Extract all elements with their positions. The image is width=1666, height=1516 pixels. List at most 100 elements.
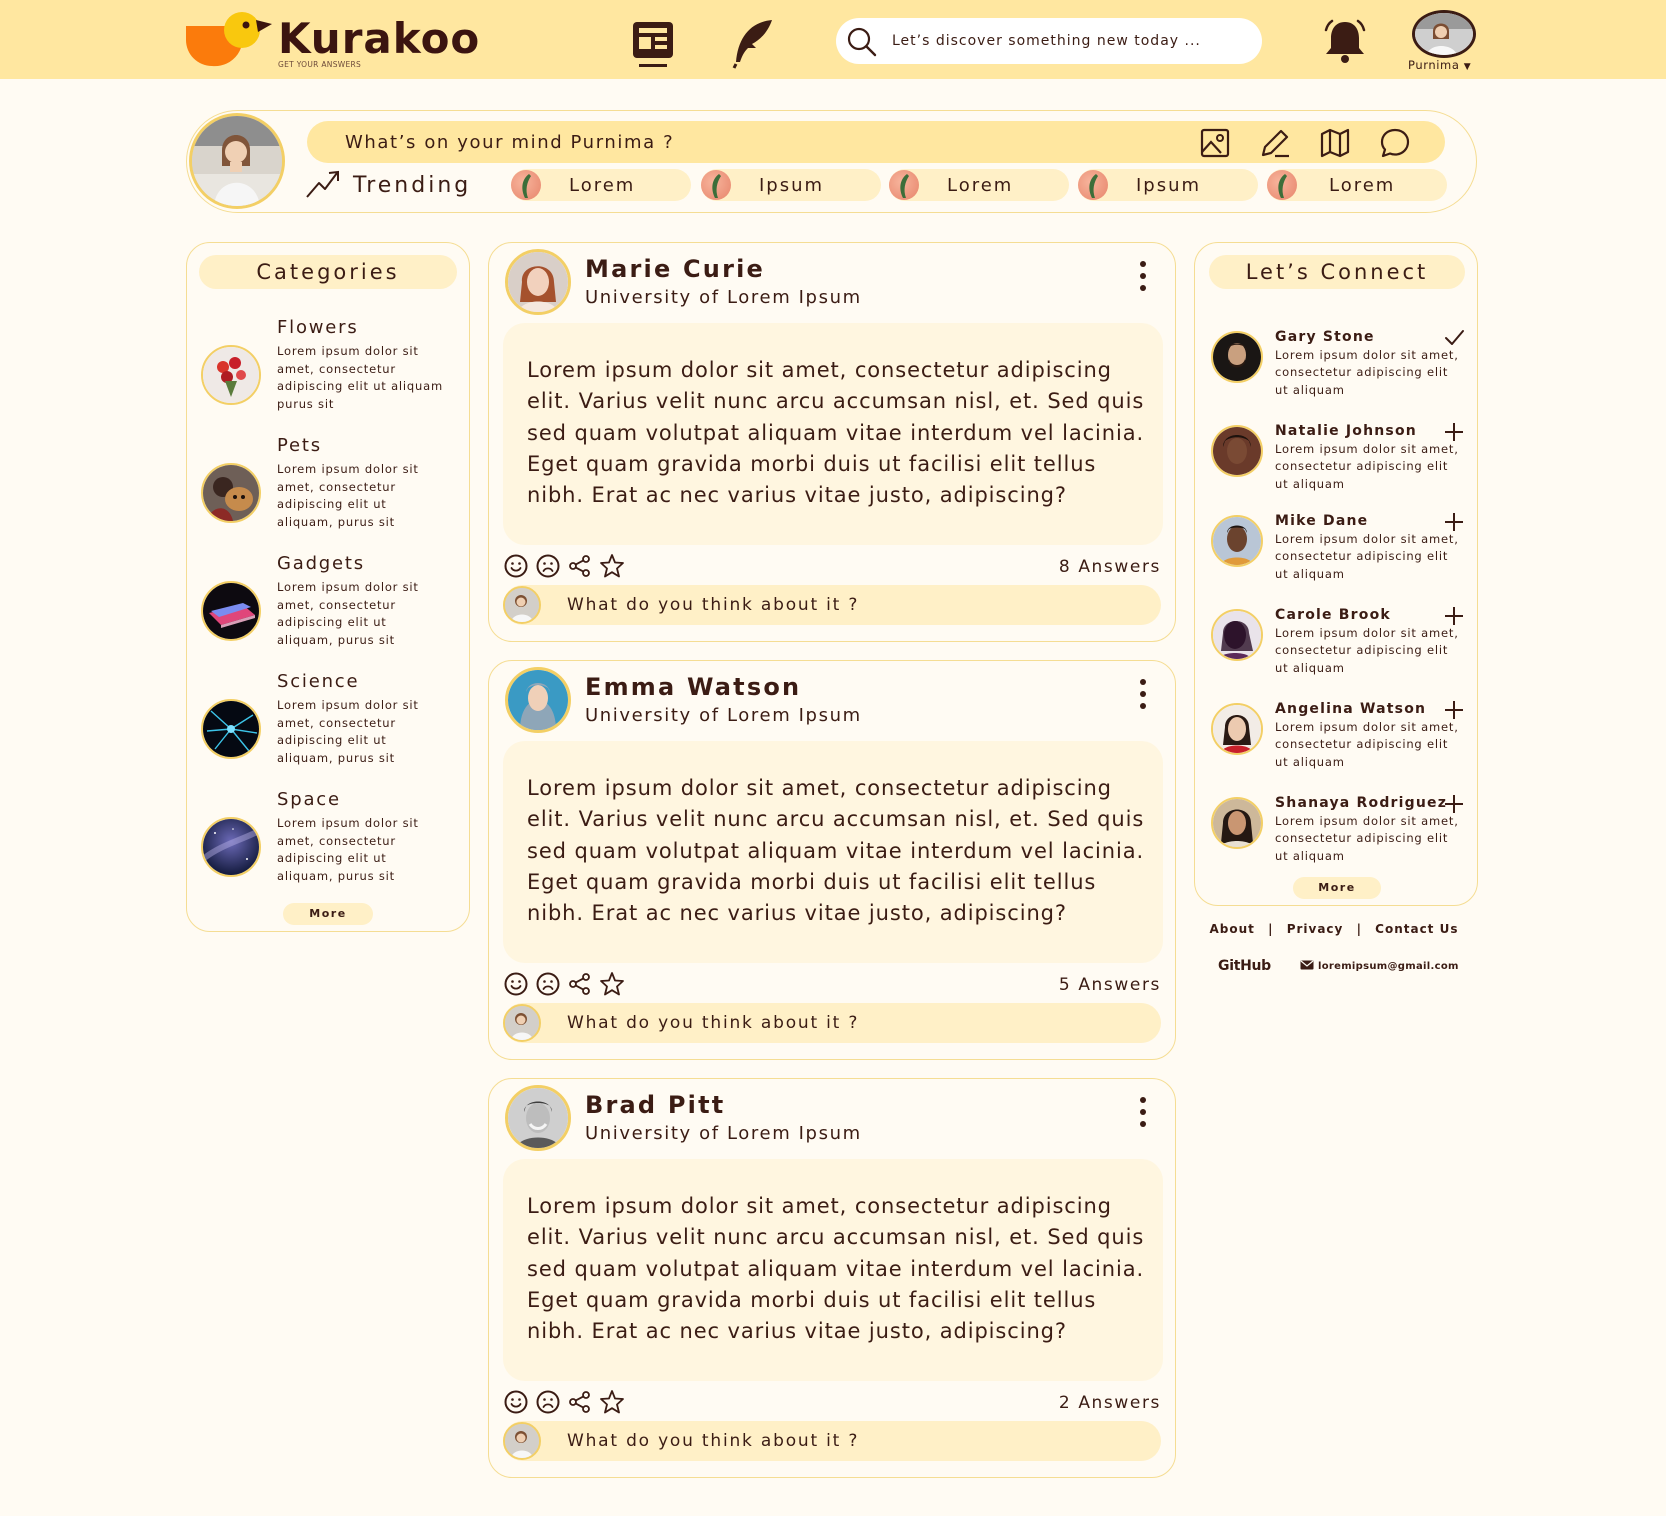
category-item[interactable]: Flowers Lorem ipsum dolor sit amet, cons… bbox=[187, 317, 467, 427]
suggested-person[interactable]: Mike Dane Lorem ipsum dolor sit amet, co… bbox=[1195, 509, 1475, 599]
plus-icon[interactable] bbox=[1443, 793, 1465, 815]
category-item[interactable]: Space Lorem ipsum dolor sit amet, consec… bbox=[187, 789, 467, 899]
person-name[interactable]: Natalie Johnson bbox=[1275, 423, 1417, 439]
suggested-person[interactable]: Natalie Johnson Lorem ipsum dolor sit am… bbox=[1195, 419, 1475, 509]
profile-menu[interactable]: Purnima ▼ bbox=[1404, 10, 1484, 74]
chat-icon[interactable] bbox=[1379, 127, 1411, 159]
search-bar[interactable] bbox=[836, 18, 1262, 64]
map-icon[interactable] bbox=[1319, 127, 1351, 159]
post-card: Brad Pitt University of Lorem Ipsum Lore… bbox=[488, 1078, 1176, 1478]
reply-placeholder[interactable]: What do you think about it ? bbox=[567, 1431, 859, 1451]
smile-icon[interactable] bbox=[503, 971, 529, 997]
pencil-icon[interactable] bbox=[1259, 127, 1291, 159]
avatar[interactable] bbox=[1412, 10, 1476, 58]
search-input[interactable] bbox=[892, 18, 1242, 64]
more-vertical-icon[interactable] bbox=[1137, 259, 1149, 293]
person-desc: Lorem ipsum dolor sit amet, consectetur … bbox=[1275, 814, 1459, 863]
trending-chip[interactable]: Ipsum bbox=[701, 169, 881, 201]
post-author-name[interactable]: Marie Curie bbox=[585, 255, 765, 283]
plus-icon[interactable] bbox=[1443, 511, 1465, 533]
person-avatar bbox=[1211, 331, 1263, 383]
post-author-avatar[interactable] bbox=[505, 1085, 571, 1151]
category-gadgets-image bbox=[201, 581, 261, 641]
composer-avatar[interactable] bbox=[189, 113, 285, 209]
trending-thumbnail bbox=[1078, 170, 1108, 200]
suggested-person[interactable]: Carole Brook Lorem ipsum dolor sit amet,… bbox=[1195, 603, 1475, 693]
person-name[interactable]: Mike Dane bbox=[1275, 513, 1368, 529]
reply-placeholder[interactable]: What do you think about it ? bbox=[567, 595, 859, 615]
post-author-name[interactable]: Emma Watson bbox=[585, 673, 801, 701]
categories-more-button[interactable]: More bbox=[283, 903, 373, 925]
person-name[interactable]: Gary Stone bbox=[1275, 329, 1375, 345]
plus-icon[interactable] bbox=[1443, 421, 1465, 443]
person-avatar bbox=[1211, 425, 1263, 477]
star-icon[interactable] bbox=[599, 1389, 625, 1415]
news-icon[interactable] bbox=[630, 16, 676, 70]
plus-icon[interactable] bbox=[1443, 699, 1465, 721]
share-icon[interactable] bbox=[567, 553, 593, 579]
answers-count[interactable]: 8 Answers bbox=[1059, 557, 1161, 577]
post-author-avatar[interactable] bbox=[505, 249, 571, 315]
post-author-name[interactable]: Brad Pitt bbox=[585, 1091, 725, 1119]
more-vertical-icon[interactable] bbox=[1137, 677, 1149, 711]
composer-input[interactable]: What’s on your mind Purnima ? bbox=[307, 121, 1445, 163]
person-name[interactable]: Carole Brook bbox=[1275, 607, 1391, 623]
reply-placeholder[interactable]: What do you think about it ? bbox=[567, 1013, 859, 1033]
smile-icon[interactable] bbox=[503, 553, 529, 579]
person-name[interactable]: Angelina Watson bbox=[1275, 701, 1426, 717]
reply-input[interactable]: What do you think about it ? bbox=[503, 1421, 1161, 1461]
search-icon[interactable] bbox=[846, 26, 878, 58]
top-bar: Kurakoo GET YOUR ANSWERS Let’s discover … bbox=[0, 0, 1666, 79]
post-text: Lorem ipsum dolor sit amet, consectetur … bbox=[527, 358, 1145, 508]
post-author-avatar[interactable] bbox=[505, 667, 571, 733]
star-icon[interactable] bbox=[599, 553, 625, 579]
suggested-person[interactable]: Gary Stone Lorem ipsum dolor sit amet, c… bbox=[1195, 325, 1475, 415]
footer-privacy-link[interactable]: Privacy bbox=[1287, 922, 1344, 936]
suggested-person[interactable]: Shanaya Rodriguez Lorem ipsum dolor sit … bbox=[1195, 791, 1475, 881]
category-item[interactable]: Gadgets Lorem ipsum dolor sit amet, cons… bbox=[187, 553, 467, 663]
frown-icon[interactable] bbox=[535, 971, 561, 997]
reply-input[interactable]: What do you think about it ? bbox=[503, 1003, 1161, 1043]
category-title: Pets bbox=[277, 435, 322, 456]
bell-icon[interactable] bbox=[1320, 16, 1370, 66]
reply-input[interactable]: What do you think about it ? bbox=[503, 585, 1161, 625]
check-icon[interactable] bbox=[1443, 327, 1465, 349]
trending-chip[interactable]: Lorem bbox=[1267, 169, 1447, 201]
image-icon[interactable] bbox=[1199, 127, 1231, 159]
footer-contact-link[interactable]: Contact Us bbox=[1375, 922, 1458, 936]
post-author-university: University of Lorem Ipsum bbox=[585, 287, 862, 308]
frown-icon[interactable] bbox=[535, 1389, 561, 1415]
quill-icon[interactable] bbox=[730, 16, 776, 70]
composer-prompt[interactable]: What’s on your mind Purnima ? bbox=[345, 132, 674, 153]
connect-more-button[interactable]: More bbox=[1293, 877, 1381, 899]
footer-separator: | bbox=[1356, 922, 1362, 936]
trending-thumbnail bbox=[701, 170, 731, 200]
person-desc: Lorem ipsum dolor sit amet, consectetur … bbox=[1275, 720, 1459, 769]
plus-icon[interactable] bbox=[1443, 605, 1465, 627]
smile-icon[interactable] bbox=[503, 1389, 529, 1415]
footer-about-link[interactable]: About bbox=[1210, 922, 1255, 936]
trending-chip-label: Lorem bbox=[569, 175, 636, 196]
trending-chip[interactable]: Lorem bbox=[889, 169, 1069, 201]
category-item[interactable]: Pets Lorem ipsum dolor sit amet, consect… bbox=[187, 435, 467, 545]
trending-chip[interactable]: Lorem bbox=[511, 169, 691, 201]
post-card: Marie Curie University of Lorem Ipsum Lo… bbox=[488, 242, 1176, 642]
suggested-person[interactable]: Angelina Watson Lorem ipsum dolor sit am… bbox=[1195, 697, 1475, 787]
share-icon[interactable] bbox=[567, 1389, 593, 1415]
trending-chip[interactable]: Ipsum bbox=[1078, 169, 1258, 201]
star-icon[interactable] bbox=[599, 971, 625, 997]
avatar bbox=[503, 1422, 541, 1460]
kurakoo-logo[interactable]: Kurakoo GET YOUR ANSWERS bbox=[184, 8, 484, 72]
footer-links: About | Privacy | Contact Us bbox=[1194, 922, 1474, 936]
answers-count[interactable]: 5 Answers bbox=[1059, 975, 1161, 995]
answers-count[interactable]: 2 Answers bbox=[1059, 1393, 1161, 1413]
category-item[interactable]: Science Lorem ipsum dolor sit amet, cons… bbox=[187, 671, 467, 781]
person-name[interactable]: Shanaya Rodriguez bbox=[1275, 795, 1447, 811]
profile-name[interactable]: Purnima ▼ bbox=[1408, 58, 1471, 72]
github-link[interactable]: GitHub bbox=[1218, 958, 1271, 974]
frown-icon[interactable] bbox=[535, 553, 561, 579]
more-vertical-icon[interactable] bbox=[1137, 1095, 1149, 1129]
footer-separator: | bbox=[1268, 922, 1274, 936]
share-icon[interactable] bbox=[567, 971, 593, 997]
email-link[interactable]: loremipsum@gmail.com bbox=[1300, 960, 1459, 972]
